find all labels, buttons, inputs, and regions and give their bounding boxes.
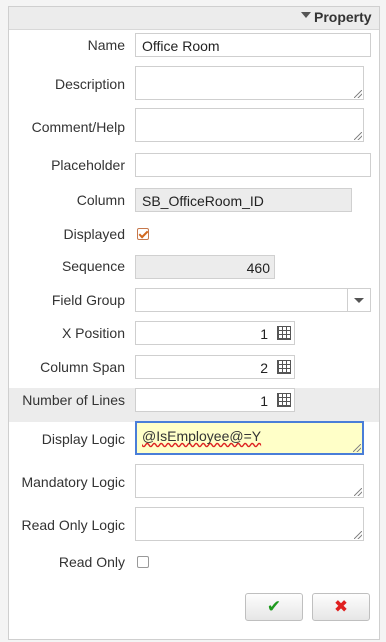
number-of-lines-field[interactable]: 1 <box>135 388 295 412</box>
read-only-logic-label: Read Only Logic <box>21 517 125 533</box>
collapse-arrow-icon[interactable] <box>301 12 311 18</box>
field-group-value <box>136 294 148 302</box>
property-header[interactable]: Property <box>9 7 379 30</box>
calendar-grid-icon[interactable] <box>277 326 291 340</box>
description-field[interactable] <box>135 66 364 100</box>
mandatory-logic-label: Mandatory Logic <box>21 474 125 490</box>
mandatory-logic-field[interactable] <box>135 464 364 498</box>
cancel-button[interactable]: ✖ <box>312 593 370 621</box>
cross-icon: ✖ <box>333 597 349 616</box>
property-title: Property <box>314 9 372 25</box>
resize-grip-icon[interactable] <box>354 132 362 140</box>
x-position-field[interactable]: 1 <box>135 321 295 345</box>
displayed-checkbox[interactable] <box>137 228 149 240</box>
field-group-select[interactable] <box>135 288 371 312</box>
column-label: Column <box>76 192 125 208</box>
read-only-label: Read Only <box>58 554 125 570</box>
resize-grip-icon[interactable] <box>354 531 362 539</box>
display-logic-field[interactable]: @IsEmployee@=Y <box>135 421 364 455</box>
placeholder-field[interactable] <box>135 153 371 177</box>
checkmark-icon: ✔ <box>266 597 282 616</box>
read-only-checkbox[interactable] <box>137 556 149 568</box>
resize-grip-icon[interactable] <box>354 488 362 496</box>
calendar-grid-icon[interactable] <box>277 360 291 374</box>
number-of-lines-label: Number of Lines <box>22 392 125 408</box>
displayed-label: Displayed <box>63 226 125 242</box>
number-of-lines-value: 1 <box>260 393 268 409</box>
read-only-logic-field[interactable] <box>135 507 364 541</box>
column-span-label: Column Span <box>40 359 125 375</box>
comment-help-field[interactable] <box>135 108 364 142</box>
chevron-down-icon[interactable] <box>347 289 370 311</box>
display-logic-label: Display Logic <box>41 431 125 447</box>
name-field[interactable]: Office Room <box>135 33 371 57</box>
resize-grip-icon[interactable] <box>354 90 362 98</box>
description-label: Description <box>54 76 125 92</box>
display-logic-value: @IsEmployee@=Y <box>142 428 262 444</box>
name-label: Name <box>87 37 125 53</box>
resize-grip-icon[interactable] <box>353 444 361 452</box>
column-span-value: 2 <box>260 360 268 376</box>
placeholder-label: Placeholder <box>51 157 125 173</box>
calendar-grid-icon[interactable] <box>277 393 291 407</box>
x-position-value: 1 <box>260 326 268 342</box>
ok-button[interactable]: ✔ <box>245 593 303 621</box>
sequence-field: 460 <box>135 255 275 279</box>
property-panel: Property Name Office Room Description Co… <box>8 6 380 640</box>
x-position-label: X Position <box>61 325 125 341</box>
column-field: SB_OfficeRoom_ID <box>135 188 352 212</box>
sequence-label: Sequence <box>61 258 125 274</box>
field-group-label: Field Group <box>51 292 125 308</box>
comment-help-label: Comment/Help <box>31 119 125 135</box>
column-span-field[interactable]: 2 <box>135 355 295 379</box>
